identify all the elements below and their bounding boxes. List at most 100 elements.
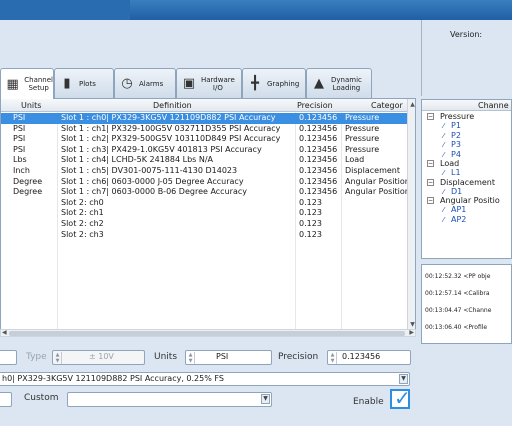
table-horizontal-scrollbar[interactable]: ◀ ▶ bbox=[0, 329, 416, 337]
scrollbar-thumb[interactable] bbox=[9, 331, 405, 336]
tree-channel-item[interactable]: ⁄ P1 bbox=[443, 121, 461, 131]
chevron-down-icon[interactable]: ▼ bbox=[261, 394, 270, 404]
table-row[interactable]: PSI Slot 1 : ch3| PX429-1.0KG5V 401813 PS… bbox=[1, 145, 409, 156]
table-row[interactable]: PSI Slot 1 : ch1| PX329-100G5V 032711D355… bbox=[1, 124, 409, 135]
tree-channel-item[interactable]: ⁄ P3 bbox=[443, 140, 461, 150]
table-row[interactable]: Degree Slot 1 : ch7| 0603-0000 B-06 Degre… bbox=[1, 187, 409, 198]
type-value: ± 10V bbox=[89, 352, 114, 361]
tree-channel-item[interactable]: ⁄ AP2 bbox=[443, 215, 466, 225]
tab-alarms[interactable]: ◷ Alarms bbox=[114, 68, 176, 98]
spinner-icon[interactable]: ▲ ▼ bbox=[54, 352, 62, 364]
tab-label: Dynamic Loading bbox=[331, 75, 362, 92]
cell-precision: 0.123456 bbox=[299, 123, 338, 133]
cell-category: Pressure bbox=[345, 134, 380, 144]
log-entry: 00:12:57.14 <Calibra bbox=[425, 290, 490, 297]
table-row[interactable]: PSI Slot 1 : ch0| PX329-3KG5V 121109D882 … bbox=[1, 113, 409, 124]
channel-icon: ⁄ bbox=[443, 215, 445, 224]
tree-channel-item[interactable]: ⁄ P4 bbox=[443, 150, 461, 160]
tree-group[interactable]: − Pressure bbox=[427, 112, 474, 121]
table-row[interactable]: Inch Slot 1 : ch5| DV301-0075-111-4130 D1… bbox=[1, 166, 409, 177]
definition-field[interactable]: h0| PX329-3KG5V 121109D882 PSI Accuracy,… bbox=[0, 372, 410, 386]
table-row[interactable]: Slot 2: ch0 0.123 bbox=[1, 198, 409, 209]
tree-group[interactable]: − Load bbox=[427, 159, 459, 168]
enable-checkbox[interactable]: ✓ bbox=[390, 386, 411, 410]
column-header-category[interactable]: Categor bbox=[371, 101, 403, 110]
spinner-icon[interactable]: ▲ ▼ bbox=[187, 352, 195, 364]
dynamic-loading-icon: ▲ bbox=[314, 76, 324, 91]
scroll-left-icon[interactable]: ◀ bbox=[2, 329, 7, 336]
tree-channel-label: P3 bbox=[451, 140, 461, 149]
precision-field[interactable]: ▲ ▼ 0.123456 bbox=[327, 350, 411, 365]
tab-graphing[interactable]: ╋ Graphing bbox=[242, 68, 306, 98]
table-row[interactable]: PSI Slot 1 : ch2| PX329-500G5V 103110D849… bbox=[1, 134, 409, 145]
cell-precision: 0.123 bbox=[299, 219, 322, 228]
table-row[interactable]: Slot 2: ch1 0.123 bbox=[1, 208, 409, 219]
tab-plots[interactable]: ▮ Plots bbox=[54, 68, 114, 98]
table-header: Units Definition Precision Categor bbox=[1, 99, 409, 112]
title-bar-left bbox=[0, 0, 130, 20]
cell-category: Load bbox=[345, 155, 365, 165]
tree-channel-label: P4 bbox=[451, 149, 461, 159]
table-row[interactable]: Lbs Slot 1 : ch4| LCHD-5K 241884 Lbs N/A 0… bbox=[1, 155, 409, 166]
cell-precision: 0.123456 bbox=[299, 166, 338, 175]
table-vertical-scrollbar[interactable]: ▲ ▼ bbox=[407, 99, 415, 329]
chevron-down-icon[interactable]: ▼ bbox=[399, 374, 408, 384]
custom-label: Custom bbox=[24, 393, 59, 403]
tree-channel-item[interactable]: ⁄ D1 bbox=[443, 187, 462, 197]
precision-label: Precision bbox=[278, 352, 319, 362]
tree-channel-item[interactable]: ⁄ AP1 bbox=[443, 205, 466, 215]
units-field[interactable]: ▲ ▼ PSI bbox=[185, 350, 272, 365]
spinner-icon[interactable]: ▲ ▼ bbox=[329, 352, 337, 364]
cell-definition: Slot 2: ch1 bbox=[61, 208, 104, 218]
table-row[interactable]: Slot 2: ch3 0.123 bbox=[1, 230, 409, 241]
column-header-definition[interactable]: Definition bbox=[153, 101, 192, 110]
log-entry: 00:12:52.32 <PP obje bbox=[425, 273, 491, 280]
hardware-icon: ▣ bbox=[182, 76, 196, 91]
scroll-up-icon[interactable]: ▲ bbox=[409, 101, 415, 109]
log-entry: 00:13:04.47 <Channe bbox=[425, 307, 492, 314]
right-bottom-area bbox=[421, 344, 512, 426]
tree-group[interactable]: − Displacement bbox=[427, 178, 495, 187]
tab-hardware-io[interactable]: ▣ Hardware I/O bbox=[176, 68, 242, 98]
units-value: PSI bbox=[216, 352, 229, 361]
column-header-precision[interactable]: Precision bbox=[297, 101, 333, 110]
cell-precision: 0.123456 bbox=[299, 176, 338, 186]
column-header-units[interactable]: Units bbox=[21, 101, 41, 110]
custom-field[interactable]: ▼ bbox=[67, 392, 272, 407]
tree-channel-label: AP2 bbox=[451, 214, 467, 224]
title-bar bbox=[0, 0, 512, 20]
log-entry: 00:13:06.40 <Profile bbox=[425, 324, 488, 331]
channel-field[interactable] bbox=[0, 350, 17, 365]
cell-definition: Slot 1 : ch2| PX329-500G5V 103110D849 PS… bbox=[61, 134, 281, 144]
cell-category: Pressure bbox=[345, 144, 380, 154]
scroll-right-icon[interactable]: ▶ bbox=[409, 329, 414, 336]
cell-precision: 0.123456 bbox=[299, 155, 338, 165]
table-row[interactable]: Degree Slot 1 : ch6| 0603-0000 J-05 Degre… bbox=[1, 177, 409, 188]
cell-precision: 0.123 bbox=[299, 229, 322, 239]
cell-definition: Slot 1 : ch6| 0603-0000 J-05 Degree Accu… bbox=[61, 176, 244, 186]
collapse-icon[interactable]: − bbox=[427, 160, 434, 167]
tree-group[interactable]: − Angular Positio bbox=[427, 196, 500, 205]
collapse-icon[interactable]: − bbox=[427, 197, 434, 204]
cell-precision: 0.123456 bbox=[299, 113, 338, 122]
table-row[interactable]: Slot 2: ch2 0.123 bbox=[1, 219, 409, 230]
tree-channel-item[interactable]: ⁄ L1 bbox=[443, 168, 461, 178]
cell-units: Degree bbox=[13, 176, 43, 186]
tab-dynamic-loading[interactable]: ▲ Dynamic Loading bbox=[306, 68, 372, 98]
cell-category: Displacement bbox=[345, 166, 400, 175]
scroll-down-icon[interactable]: ▼ bbox=[409, 321, 415, 329]
collapse-icon[interactable]: − bbox=[427, 178, 434, 186]
tree-group-label: Pressure bbox=[440, 112, 475, 121]
tree-channel-item[interactable]: ⁄ P2 bbox=[443, 131, 461, 141]
cell-precision: 0.123456 bbox=[299, 144, 338, 154]
cell-definition: Slot 1 : ch3| PX429-1.0KG5V 401813 PSI A… bbox=[61, 144, 262, 154]
alarm-clock-icon: ◷ bbox=[121, 76, 133, 91]
tree-group-label: Load bbox=[440, 159, 460, 168]
channel-table[interactable]: Units Definition Precision Categor PSI Sl… bbox=[0, 98, 416, 330]
units-label: Units bbox=[154, 352, 178, 362]
cell-precision: 0.123456 bbox=[299, 134, 338, 144]
tab-channel-setup[interactable]: ▦ Channel Setup bbox=[0, 68, 54, 99]
type-field[interactable]: ▲ ▼ ± 10V bbox=[52, 350, 145, 365]
collapse-icon[interactable]: − bbox=[427, 113, 434, 120]
slot-field[interactable] bbox=[0, 392, 12, 407]
